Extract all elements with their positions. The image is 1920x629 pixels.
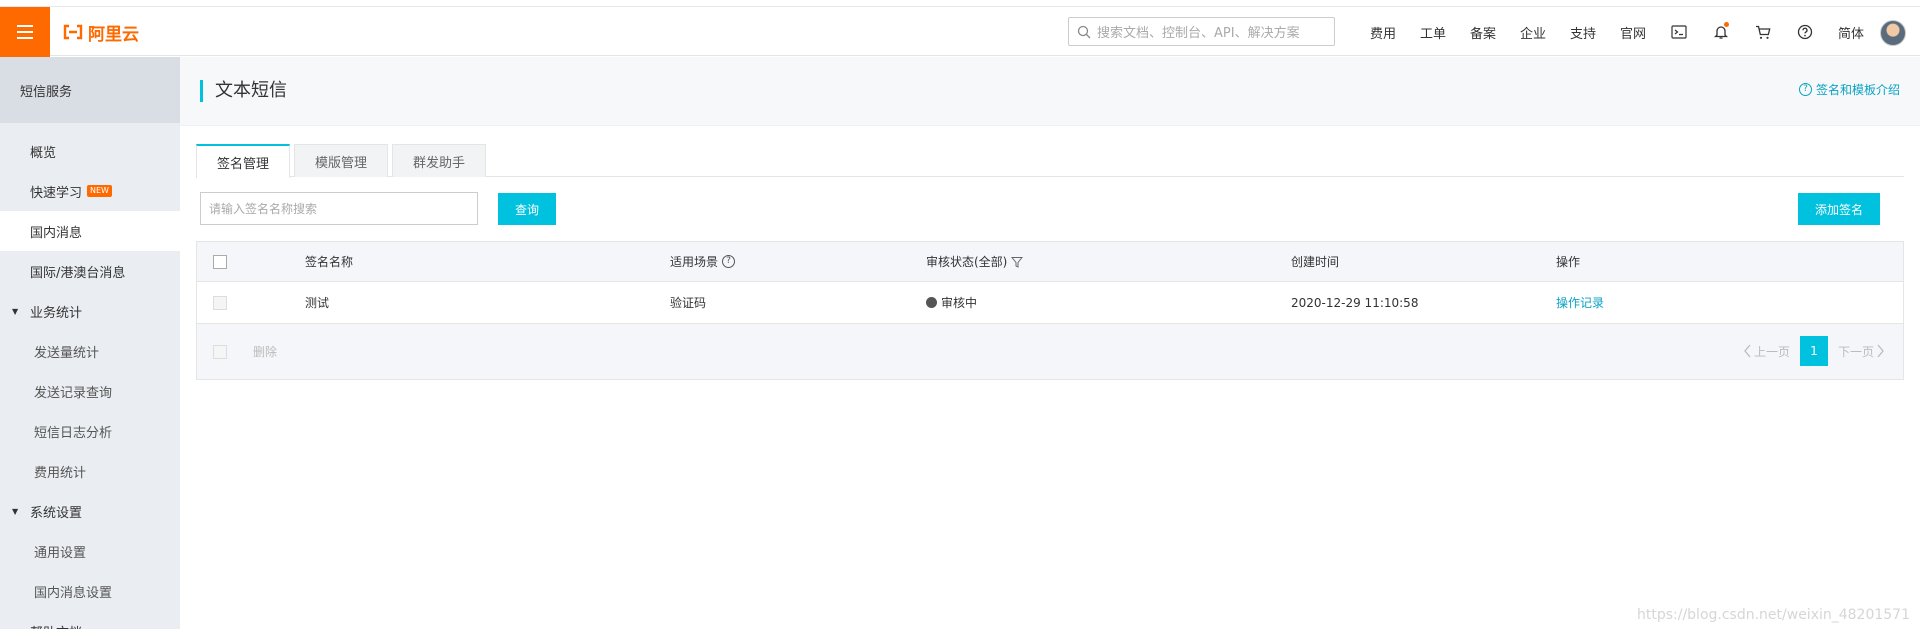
sidebar-item-international[interactable]: 国际/港澳台消息 bbox=[0, 251, 180, 291]
cart-icon[interactable] bbox=[1742, 7, 1784, 57]
status-dot-icon bbox=[926, 297, 937, 308]
column-header-status-label: 审核状态(全部) bbox=[926, 255, 1008, 269]
user-avatar[interactable] bbox=[1880, 20, 1906, 46]
cell-created-time: 2020-12-29 11:10:58 bbox=[1291, 295, 1419, 310]
select-all-checkbox[interactable] bbox=[213, 254, 227, 269]
pagination: 上一页 1 下一页 bbox=[1743, 336, 1885, 366]
top-navbar: 阿里云 搜索文档、控制台、API、解决方案 费用 工单 备案 企业 支持 官网 … bbox=[0, 6, 1920, 57]
search-icon bbox=[1077, 25, 1091, 38]
bell-icon[interactable] bbox=[1700, 7, 1742, 57]
language-switch[interactable]: 简体 bbox=[1826, 23, 1876, 42]
signature-table: 签名名称 适用场景 ? 审核状态(全部) 创建时间 操作 测试 验证码 审核中 … bbox=[196, 241, 1904, 380]
sidebar-group-label: 业务统计 bbox=[30, 305, 83, 321]
footer-checkbox[interactable] bbox=[213, 344, 227, 359]
menu-bar-icon bbox=[17, 25, 33, 27]
notification-dot bbox=[1724, 22, 1729, 27]
sidebar-item-label: 国内消息 bbox=[30, 225, 83, 241]
sidebar-group-stats[interactable]: ▼ 业务统计 bbox=[0, 291, 180, 331]
page-title: 文本短信 bbox=[200, 80, 287, 102]
column-header-scene: 适用场景 ? bbox=[670, 253, 926, 270]
row-checkbox[interactable] bbox=[213, 295, 227, 310]
nav-link-icp[interactable]: 备案 bbox=[1458, 23, 1508, 42]
footer-select-cell: 删除 bbox=[197, 343, 277, 360]
hamburger-menu-button[interactable] bbox=[0, 7, 50, 57]
cell-actions: 操作记录 bbox=[1556, 294, 1856, 311]
sidebar-header: 短信服务 bbox=[0, 57, 180, 123]
table-footer: 删除 上一页 1 下一页 bbox=[197, 324, 1903, 380]
top-links: 费用 工单 备案 企业 支持 官网 简体 bbox=[1358, 7, 1876, 57]
table-header: 签名名称 适用场景 ? 审核状态(全部) 创建时间 操作 bbox=[197, 242, 1903, 282]
nav-link-fees[interactable]: 费用 bbox=[1358, 23, 1408, 42]
sidebar-item-help-docs[interactable]: 帮助文档 bbox=[0, 611, 180, 629]
signature-search-input[interactable]: 请输入签名名称搜索 bbox=[200, 192, 478, 225]
caret-down-icon: ▼ bbox=[12, 306, 19, 316]
chevron-right-icon bbox=[1877, 344, 1884, 358]
tab-template-management[interactable]: 模版管理 bbox=[294, 144, 389, 177]
caret-down-icon: ▼ bbox=[12, 506, 19, 516]
aliyun-logo-mark-icon bbox=[62, 24, 84, 40]
delete-button[interactable]: 删除 bbox=[253, 343, 277, 360]
tab-bar: 签名管理 模版管理 群发助手 bbox=[196, 144, 1904, 178]
tab-bulk-send-assistant[interactable]: 群发助手 bbox=[392, 144, 487, 177]
select-all-cell bbox=[197, 254, 305, 269]
table-row: 测试 验证码 审核中 2020-12-29 11:10:58 操作记录 bbox=[197, 282, 1903, 324]
sidebar-item-domestic[interactable]: 国内消息 bbox=[0, 211, 180, 251]
cell-scene: 验证码 bbox=[670, 296, 707, 310]
sidebar-group-settings[interactable]: ▼ 系统设置 bbox=[0, 491, 180, 531]
nav-link-tickets[interactable]: 工单 bbox=[1408, 23, 1458, 42]
sidebar-item-log-analysis[interactable]: 短信日志分析 bbox=[0, 411, 180, 451]
status-text: 审核中 bbox=[941, 296, 978, 310]
logo-text: 阿里云 bbox=[88, 24, 139, 45]
sidebar-item-general-settings[interactable]: 通用设置 bbox=[0, 531, 180, 571]
global-search-input[interactable]: 搜索文档、控制台、API、解决方案 bbox=[1068, 17, 1335, 46]
nav-link-website[interactable]: 官网 bbox=[1608, 23, 1658, 42]
menu-bar-icon bbox=[17, 31, 33, 33]
question-circle-icon[interactable]: ? bbox=[722, 255, 736, 268]
column-header-created: 创建时间 bbox=[1291, 255, 1340, 269]
next-page-label: 下一页 bbox=[1837, 344, 1874, 359]
page-number-current[interactable]: 1 bbox=[1799, 336, 1828, 366]
tab-signature-management[interactable]: 签名管理 bbox=[196, 144, 291, 178]
new-badge: NEW bbox=[87, 185, 112, 197]
cell-status: 审核中 bbox=[926, 294, 1291, 311]
search-placeholder: 搜索文档、控制台、API、解决方案 bbox=[1097, 26, 1300, 41]
sidebar-item-send-volume[interactable]: 发送量统计 bbox=[0, 331, 180, 371]
add-signature-button[interactable]: 添加签名 bbox=[1798, 193, 1880, 225]
nav-link-enterprise[interactable]: 企业 bbox=[1508, 23, 1558, 42]
help-icon[interactable] bbox=[1784, 7, 1826, 57]
signature-template-help-link[interactable]: ? 签名和模板介绍 bbox=[1798, 81, 1900, 98]
filter-icon[interactable] bbox=[1011, 256, 1024, 268]
sidebar-group-label: 系统设置 bbox=[30, 505, 83, 521]
column-header-actions: 操作 bbox=[1556, 255, 1581, 269]
sidebar-item-label: 概览 bbox=[30, 145, 57, 161]
sidebar-item-quick-learn[interactable]: 快速学习 NEW bbox=[0, 171, 180, 211]
query-button[interactable]: 查询 bbox=[498, 193, 556, 225]
question-circle-icon: ? bbox=[1798, 83, 1812, 96]
sidebar-item-domestic-settings[interactable]: 国内消息设置 bbox=[0, 571, 180, 611]
watermark: https://blog.csdn.net/weixin_48201571 bbox=[1636, 607, 1910, 623]
main-content: 文本短信 ? 签名和模板介绍 签名管理 模版管理 群发助手 请输入签名名称搜索 … bbox=[180, 57, 1920, 629]
chevron-left-icon bbox=[1744, 344, 1751, 358]
operation-log-link[interactable]: 操作记录 bbox=[1556, 294, 1604, 311]
column-header-scene-label: 适用场景 bbox=[670, 255, 719, 269]
aliyun-logo[interactable]: 阿里云 bbox=[62, 20, 139, 45]
menu-bar-icon bbox=[17, 37, 33, 39]
sidebar-item-label: 快速学习 bbox=[30, 185, 83, 201]
sidebar-item-overview[interactable]: 概览 bbox=[0, 131, 180, 171]
sidebar: 短信服务 概览 快速学习 NEW 国内消息 国际/港澳台消息 ▼ 业务统计 发送… bbox=[0, 57, 180, 629]
nav-link-support[interactable]: 支持 bbox=[1558, 23, 1608, 42]
page-header: 文本短信 ? 签名和模板介绍 bbox=[180, 57, 1920, 126]
next-page-button[interactable]: 下一页 bbox=[1838, 343, 1885, 360]
help-link-label: 签名和模板介绍 bbox=[1815, 83, 1900, 97]
column-header-status: 审核状态(全部) bbox=[926, 253, 1291, 270]
sidebar-item-cost-stats[interactable]: 费用统计 bbox=[0, 451, 180, 491]
row-select-cell bbox=[197, 295, 305, 310]
prev-page-button[interactable]: 上一页 bbox=[1743, 343, 1790, 360]
column-header-name: 签名名称 bbox=[305, 255, 354, 269]
prev-page-label: 上一页 bbox=[1753, 344, 1790, 359]
cell-signature-name: 测试 bbox=[305, 296, 330, 310]
terminal-icon[interactable] bbox=[1658, 7, 1700, 57]
sidebar-item-label: 国际/港澳台消息 bbox=[30, 265, 126, 281]
sidebar-item-send-records[interactable]: 发送记录查询 bbox=[0, 371, 180, 411]
